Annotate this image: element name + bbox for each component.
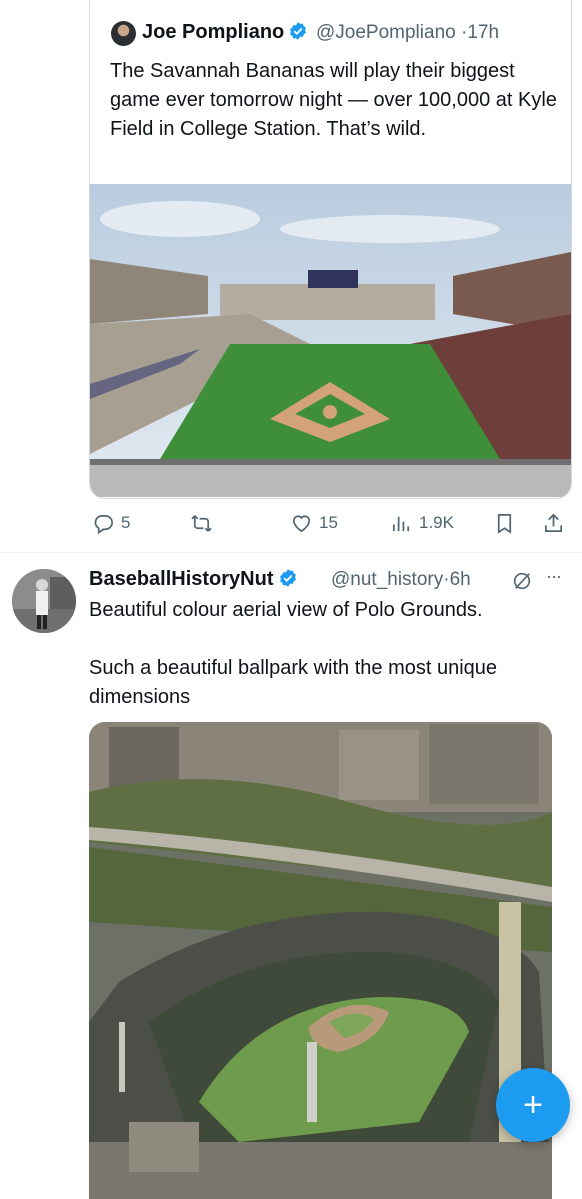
compose-button[interactable]: + [496,1068,570,1142]
avatar[interactable] [111,21,136,46]
handle-and-time: @nut_history·6h [331,569,471,591]
repost-icon [191,514,212,532]
bookmark-icon [497,513,512,534]
divider [0,552,582,553]
reply-count: 5 [121,513,131,532]
reply-button[interactable]: 5 [92,510,130,536]
timestamp[interactable]: 6h [450,569,471,590]
heart-icon [292,515,311,532]
timestamp[interactable]: 17h [467,22,499,43]
author-name-text: Joe Pompliano [142,21,285,43]
stadium-photo[interactable] [90,184,571,497]
more-options-icon[interactable]: ··· [546,566,562,587]
handle: @JoePompliano [316,22,456,43]
grok-icon[interactable] [511,570,533,592]
views-count: 1.9K [419,513,454,532]
views-icon [392,516,410,531]
verified-badge-icon [290,22,307,40]
like-button[interactable]: 15 [290,510,338,536]
repost-button[interactable] [190,510,219,536]
quoted-tweet-card[interactable]: Joe Pompliano @JoePompliano ·17h The Sav… [89,0,572,499]
author-name[interactable]: BaseballHistoryNut [89,568,298,591]
share-icon [544,513,563,532]
tweet-text-line-2: Such a beautiful ballpark with the most … [89,657,498,708]
reply-icon [94,514,113,534]
tweet-text-line-1: Beautiful colour aerial view of Polo Gro… [89,599,483,621]
verified-badge-icon [279,569,296,587]
handle: @nut_history [331,569,444,590]
handle-and-time: @JoePompliano ·17h [316,22,499,44]
plus-icon: + [523,1086,543,1124]
like-count: 15 [319,513,338,532]
avatar[interactable] [12,569,76,633]
views-button[interactable]: 1.9K [390,510,454,536]
avatar-photo [12,569,76,633]
quoted-tweet-text: The Savannah Bananas will play their big… [110,60,557,140]
author-name[interactable]: Joe Pompliano [142,21,308,44]
bookmark-button[interactable] [493,510,516,536]
tweet-text: Beautiful colour aerial view of Polo Gro… [89,596,567,712]
author-name-text: BaseballHistoryNut [89,568,274,590]
polo-grounds-photo[interactable] [89,722,552,1199]
share-button[interactable] [542,510,565,536]
